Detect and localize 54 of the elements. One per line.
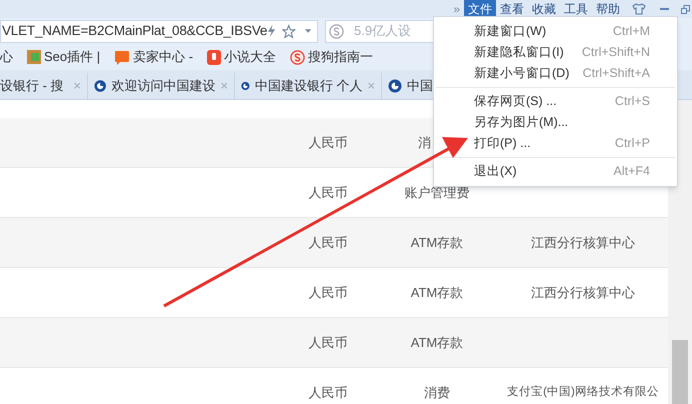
bookmark-link[interactable]: Seo插件 | [44, 47, 100, 67]
bookmark-link[interactable]: 搜狗指南一 [308, 47, 374, 67]
bookmark-link[interactable]: 小说大全 [224, 47, 276, 67]
table-cell-text: ATM存款 [410, 334, 464, 352]
menu-item[interactable]: 查看 [496, 0, 528, 18]
shortcut-text: Alt+F4 [614, 163, 650, 180]
table-cell-text: 人民币 [308, 184, 348, 202]
shortcut-text: Ctrl+S [614, 93, 650, 110]
table-cell-text: ATM存款 [410, 284, 464, 302]
menu-option[interactable]: 退出(X) Alt+F4 [434, 161, 677, 182]
table-cell-text: 人民币 [308, 334, 348, 352]
sogou-icon [290, 50, 306, 64]
table-cell-text: 消费 [424, 384, 450, 402]
caret-icon[interactable] [304, 29, 311, 33]
table-cell-text: 江西分行核算中心 [531, 234, 635, 252]
browser-tab[interactable]: 设银行 - 搜 × [0, 73, 88, 99]
table-cell-text: 人民币 [308, 134, 348, 152]
menu-option[interactable]: 打印(P) ... Ctrl+P [434, 133, 677, 154]
table-cell-text: 人民币 [308, 234, 348, 252]
bookmark-link[interactable]: 卖家中心 - [133, 47, 194, 67]
browser-tab[interactable]: 欢迎访问中国建设 × [88, 73, 235, 99]
menu-item[interactable]: 帮助 [592, 0, 624, 18]
table-cell-text: 消 [418, 134, 431, 152]
table-cell-text: 人民币 [308, 284, 348, 302]
shortcut-text: Ctrl+M [612, 23, 650, 40]
menu-option[interactable]: 新建小号窗口(D) Ctrl+Shift+A [434, 63, 677, 84]
search-placeholder: 5.9亿人设 [354, 22, 412, 40]
lightning-icon [267, 24, 276, 38]
address-field[interactable]: VLET_NAME=B2CMainPlat_08&CCB_IBSVe [0, 20, 318, 42]
bank-logo-icon [388, 79, 402, 93]
bank-logo-icon [94, 79, 106, 93]
bank-logo-icon [241, 79, 250, 93]
shortcut-text: Ctrl+Shift+A [582, 65, 650, 82]
table-cell-text: 江西分行核算中心 [531, 284, 635, 302]
shirt-icon[interactable] [632, 3, 646, 15]
browser-tab[interactable]: 中国建设银行 个人 × [235, 73, 382, 99]
url-text: VLET_NAME=B2CMainPlat_08&CCB_IBSVe [1, 22, 268, 40]
table-cell-text: ATM存款 [410, 234, 464, 252]
star-icon[interactable] [282, 24, 296, 38]
menu-option[interactable]: 新建隐私窗口(I) Ctrl+Shift+N [434, 42, 677, 63]
menu-option[interactable]: 保存网页(S) ... Ctrl+S [434, 91, 677, 112]
sogou-icon [329, 24, 344, 38]
shortcut-text: Ctrl+P [614, 135, 650, 152]
square-icon [27, 50, 41, 64]
table-cell-text: 人民币 [308, 384, 348, 402]
menu-option[interactable]: 另存为图片(M)... [434, 112, 677, 133]
shortcut-text: Ctrl+Shift+N [582, 44, 650, 62]
badge-icon [114, 50, 130, 64]
restore-icon[interactable] [681, 4, 690, 14]
bookmark-link[interactable]: 心 [0, 47, 13, 67]
book-icon [207, 50, 222, 64]
menu-item[interactable]: 工具 [560, 0, 592, 18]
table-cell-text: 支付宝(中国)网络技术有限公 [507, 384, 659, 400]
menu-item[interactable]: 收藏 [528, 0, 560, 18]
